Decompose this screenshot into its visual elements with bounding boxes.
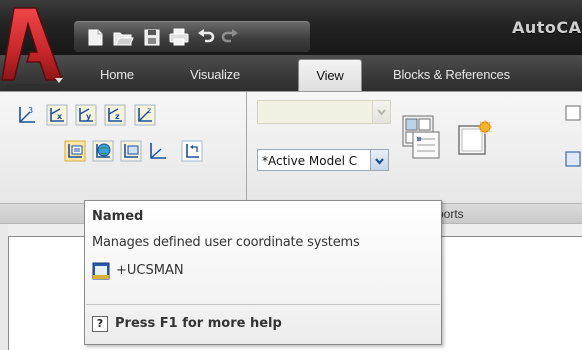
new-icon[interactable]: [84, 27, 106, 47]
tab-visualize[interactable]: Visualize: [190, 63, 264, 87]
ucs-3point-icon[interactable]: 3: [16, 104, 38, 126]
open-icon[interactable]: [112, 27, 134, 47]
ucs-world-icon[interactable]: [92, 140, 114, 162]
svg-text:x: x: [57, 112, 63, 121]
ucs-x-icon[interactable]: x: [46, 104, 68, 126]
tab-blocks-references[interactable]: Blocks & References: [393, 63, 582, 87]
redo-icon[interactable]: [220, 27, 240, 47]
tooltip-description: Manages defined user coordinate systems: [92, 235, 360, 250]
ucs-face-icon[interactable]: [120, 140, 142, 162]
ucs-named-icon[interactable]: [64, 140, 86, 162]
svg-text:z: z: [147, 106, 151, 115]
quick-access-toolbar: [74, 21, 310, 52]
app-title: AutoCAD: [512, 18, 582, 37]
model-view-combo[interactable]: *Active Model C: [257, 149, 389, 171]
chevron-down-icon: [370, 150, 388, 170]
svg-text:3: 3: [28, 106, 33, 115]
command-line-icon: [92, 262, 110, 280]
tooltip-separator: [86, 304, 440, 305]
tab-view[interactable]: View: [298, 59, 362, 92]
ribbon-tab-bar: Home Visualize View Blocks & References: [0, 55, 582, 92]
ucs-view-icon[interactable]: [146, 140, 168, 162]
undo-icon[interactable]: [196, 27, 216, 47]
viewport-configuration-icon[interactable]: [399, 112, 443, 166]
plot-icon[interactable]: [168, 27, 190, 47]
chevron-down-icon: [372, 101, 390, 123]
view-combo[interactable]: [257, 100, 391, 124]
ucs-y-icon[interactable]: y: [75, 104, 97, 126]
left-strip: [0, 224, 8, 350]
ucs-z-icon[interactable]: z: [104, 104, 126, 126]
help-icon: ?: [92, 316, 108, 332]
ucs-zaxis-icon[interactable]: z: [134, 104, 156, 126]
tooltip-command: +UCSMAN: [116, 263, 184, 278]
ucs-previous-icon[interactable]: [181, 140, 203, 162]
svg-text:y: y: [86, 112, 92, 121]
tooltip: Named Manages defined user coordinate sy…: [84, 200, 442, 345]
tooltip-title: Named: [92, 209, 144, 224]
svg-text:z: z: [115, 112, 120, 121]
tooltip-help-text: Press F1 for more help: [115, 316, 282, 331]
model-view-combo-value: *Active Model C: [262, 154, 358, 168]
application-menu-button[interactable]: [0, 0, 68, 90]
viewport-tool-icon[interactable]: [565, 150, 582, 170]
viewport-tool-icon[interactable]: [565, 104, 582, 124]
new-viewport-icon[interactable]: [455, 118, 495, 162]
save-icon[interactable]: [142, 27, 162, 47]
tab-home[interactable]: Home: [100, 63, 150, 87]
title-bar: AutoCAD: [0, 0, 582, 55]
autocad-window: AutoCAD Home Visualize View Blocks & Ref…: [0, 0, 582, 350]
